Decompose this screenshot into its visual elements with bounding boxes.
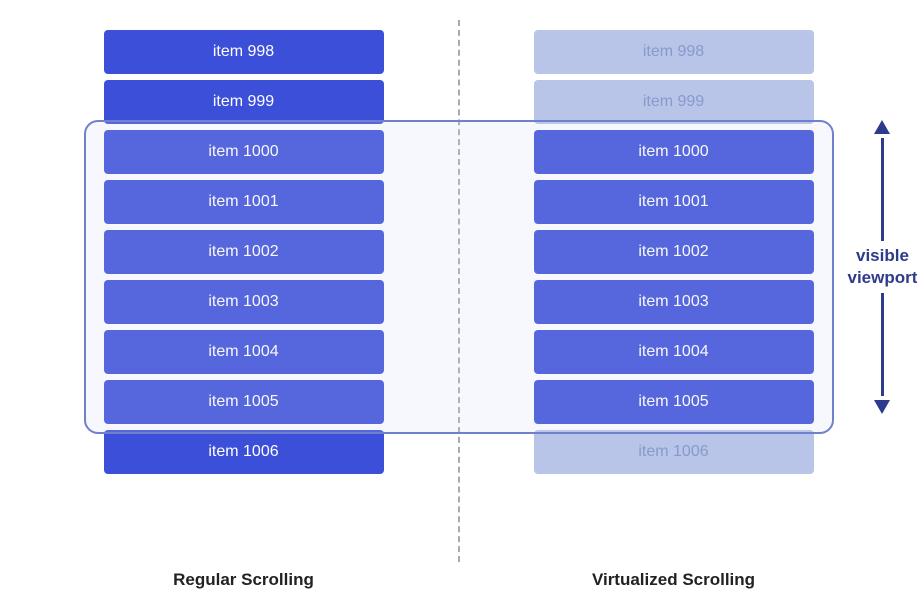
right-item-1006: item 1006 xyxy=(534,430,814,474)
right-item-1000: item 1000 xyxy=(534,130,814,174)
left-item-1002: item 1002 xyxy=(104,230,384,274)
left-item-998: item 998 xyxy=(104,30,384,74)
left-item-1000: item 1000 xyxy=(104,130,384,174)
left-item-1001: item 1001 xyxy=(104,180,384,224)
left-item-1005: item 1005 xyxy=(104,380,384,424)
left-column: item 998 item 999 item 1000 item 1001 it… xyxy=(29,20,459,562)
diagram-container: item 998 item 999 item 1000 item 1001 it… xyxy=(29,20,889,590)
left-item-999: item 999 xyxy=(104,80,384,124)
right-column: item 998 item 999 item 1000 item 1001 it… xyxy=(469,30,879,474)
labels-row: Regular Scrolling Virtualized Scrolling xyxy=(29,570,889,590)
left-item-1006: item 1006 xyxy=(104,430,384,474)
right-item-1002: item 1002 xyxy=(534,230,814,274)
right-area: item 998 item 999 item 1000 item 1001 it… xyxy=(459,20,889,562)
right-column-label: Virtualized Scrolling xyxy=(459,570,889,590)
right-item-1005: item 1005 xyxy=(534,380,814,424)
columns-area: item 998 item 999 item 1000 item 1001 it… xyxy=(29,20,889,562)
right-item-1003: item 1003 xyxy=(534,280,814,324)
right-item-1001: item 1001 xyxy=(534,180,814,224)
left-column-label: Regular Scrolling xyxy=(29,570,459,590)
left-item-1003: item 1003 xyxy=(104,280,384,324)
right-item-998: item 998 xyxy=(534,30,814,74)
left-item-1004: item 1004 xyxy=(104,330,384,374)
right-item-1004: item 1004 xyxy=(534,330,814,374)
right-item-999: item 999 xyxy=(534,80,814,124)
